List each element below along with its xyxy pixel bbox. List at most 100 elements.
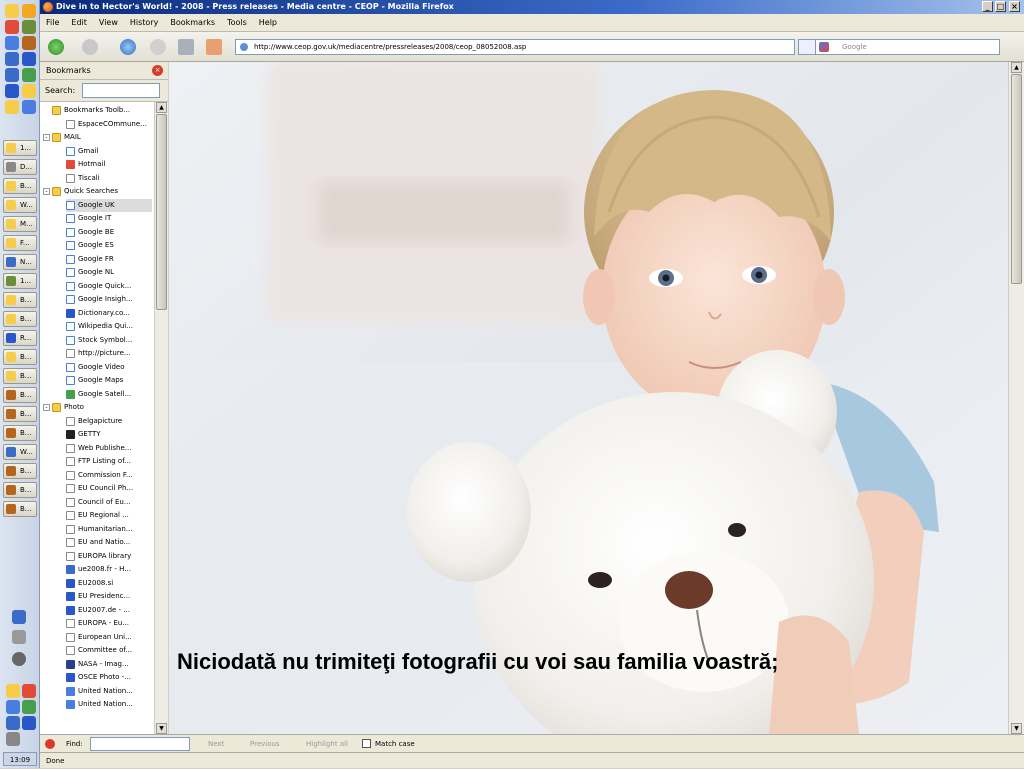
bookmark-item[interactable]: United Nation... [66,698,152,711]
tray-icon[interactable] [22,716,36,730]
expander-icon[interactable]: - [43,404,50,411]
taskbar-button[interactable]: B... [3,463,37,479]
bookmark-item[interactable]: EU and Natio... [66,536,152,549]
back-icon[interactable] [48,39,64,55]
minimize-button[interactable]: _ [982,1,993,12]
sidebar-search-input[interactable] [82,83,160,98]
taskbar-button[interactable]: R... [3,330,37,346]
taskbar-button[interactable]: B... [3,482,37,498]
search-input[interactable]: Google [815,39,1000,55]
taskbar-button[interactable]: 1... [3,273,37,289]
taskbar-button[interactable]: B... [3,292,37,308]
quick-launch-icon[interactable] [22,36,36,50]
find-previous-button[interactable]: Previous [250,735,280,753]
bookmark-item[interactable]: Google NL [66,266,152,279]
bookmark-item[interactable]: EU2008.si [66,577,152,590]
expander-icon[interactable]: - [43,188,50,195]
quick-launch-icon[interactable] [22,100,36,114]
bookmark-item[interactable]: Wikipedia Qui... [66,320,152,333]
highlight-all-button[interactable]: Highlight all [306,735,348,753]
menu-help[interactable]: Help [253,14,283,32]
bookmark-item[interactable]: Stock Symbol... [66,334,152,347]
forward-icon[interactable] [82,39,98,55]
tray-icon[interactable] [6,732,20,746]
quick-launch-icon[interactable] [5,84,19,98]
bookmark-item[interactable]: Quick Searches [52,185,152,198]
scroll-up-icon[interactable]: ▲ [1011,62,1022,73]
bookmark-item[interactable]: Committee of... [66,644,152,657]
quick-launch-icon[interactable] [22,52,36,66]
findbar-close-icon[interactable] [45,739,55,749]
bookmark-item[interactable]: Hotmail [66,158,152,171]
bookmark-item[interactable]: Google BE [66,226,152,239]
bookmark-item[interactable]: Google FR [66,253,152,266]
taskbar-button[interactable]: D... [3,159,37,175]
maximize-button[interactable]: □ [995,1,1006,12]
bookmark-item[interactable]: European Uni... [66,631,152,644]
bookmark-item[interactable]: Gmail [66,145,152,158]
expander-icon[interactable]: - [43,134,50,141]
menu-tools[interactable]: Tools [221,14,253,32]
reload-icon[interactable] [120,39,136,55]
bookmark-item[interactable]: EU Regional ... [66,509,152,522]
menu-history[interactable]: History [124,14,164,32]
taskbar-button[interactable]: F... [3,235,37,251]
bookmark-item[interactable]: Dictionary.co... [66,307,152,320]
bookmark-item[interactable]: Google UK [66,198,152,212]
close-button[interactable]: × [1009,1,1020,12]
quick-launch-icon[interactable] [5,52,19,66]
bookmark-item[interactable]: FTP Listing of... [66,455,152,468]
tray-icon[interactable] [22,684,36,698]
bookmark-item[interactable]: EU2007.de - ... [66,604,152,617]
bookmark-item[interactable]: Bookmarks Toolb... [52,104,152,117]
menu-view[interactable]: View [93,14,124,32]
home-icon[interactable] [206,39,222,55]
taskbar-button[interactable]: B... [3,349,37,365]
bookmark-item[interactable]: Google Quick... [66,280,152,293]
quick-launch-icon[interactable] [5,20,19,34]
bookmark-item[interactable]: Google Video [66,361,152,374]
quick-launch-icon[interactable] [22,84,36,98]
bookmark-item[interactable]: United Nation... [66,685,152,698]
find-input[interactable] [90,737,190,751]
sidebar-close-icon[interactable]: × [152,65,163,76]
bookmark-item[interactable]: Commission F... [66,469,152,482]
bookmark-item[interactable]: EU Presidenc... [66,590,152,603]
main-scroll-thumb[interactable] [1011,74,1022,284]
quick-launch-icon[interactable] [5,36,19,50]
taskbar-button[interactable]: B... [3,368,37,384]
quick-launch-icon[interactable] [5,68,19,82]
bookmark-item[interactable]: Google Satell... [66,388,152,401]
bookmark-item[interactable]: Google Insigh... [66,293,152,306]
quick-launch-icon[interactable] [22,68,36,82]
taskbar-button[interactable]: B... [3,178,37,194]
bookmark-item[interactable]: Photo [52,401,152,414]
bookmark-item[interactable]: Tiscali [66,172,152,185]
sidebar-scroll-thumb[interactable] [156,114,167,310]
bookmark-item[interactable]: EUROPA - Eu... [66,617,152,630]
taskbar-button[interactable]: 1... [3,140,37,156]
stop-icon[interactable] [150,39,166,55]
bookmark-item[interactable]: http://picture... [66,347,152,360]
quick-launch-icon[interactable] [22,4,36,18]
taskbar-button[interactable]: W... [3,444,37,460]
scroll-up-icon[interactable]: ▲ [156,102,167,113]
menu-file[interactable]: File [40,14,65,32]
tray-icon[interactable] [22,700,36,714]
taskbar-button[interactable]: B... [3,406,37,422]
tray-icon[interactable] [6,700,20,714]
quick-launch-icon[interactable] [22,20,36,34]
bookmark-item[interactable]: Google ES [66,239,152,252]
tray-icon[interactable] [12,610,26,624]
bookmark-item[interactable]: Google IT [66,212,152,225]
taskbar-button[interactable]: W... [3,197,37,213]
quick-launch-icon[interactable] [5,4,19,18]
taskbar-button[interactable]: B... [3,425,37,441]
bookmark-item[interactable]: NASA - Imag... [66,658,152,671]
bookmark-item[interactable]: Humanitarian... [66,523,152,536]
quick-launch-icon[interactable] [5,100,19,114]
taskbar-button[interactable]: M... [3,216,37,232]
menu-edit[interactable]: Edit [65,14,93,32]
scroll-down-icon[interactable]: ▼ [1011,723,1022,734]
taskbar-button[interactable]: N... [3,254,37,270]
